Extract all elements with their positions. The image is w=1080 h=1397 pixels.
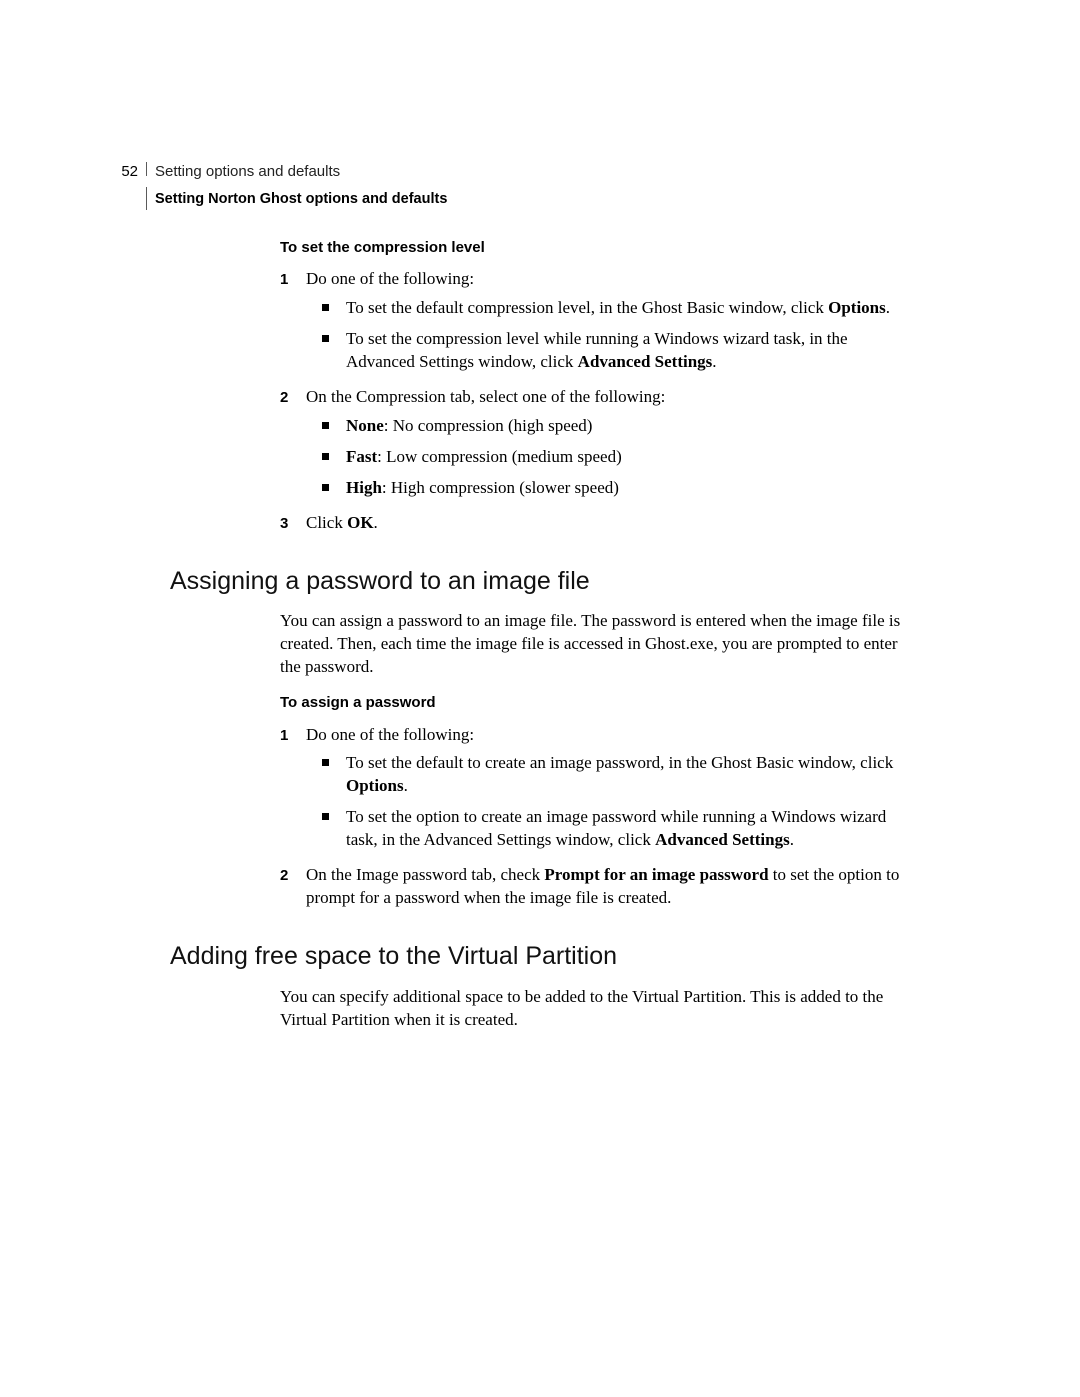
procedure-title-password: To assign a password: [280, 693, 910, 713]
bold-term: None: [346, 416, 384, 435]
procedure-title-compression: To set the compression level: [280, 238, 910, 258]
paragraph-free-space: You can specify additional space to be a…: [280, 986, 910, 1032]
compression-levels-list: None: No compression (high speed) Fast: …: [306, 415, 910, 500]
list-text-tail: .: [790, 830, 794, 849]
bold-term: Options: [828, 298, 886, 317]
step-1: 1 Do one of the following: To set the de…: [280, 268, 910, 382]
step-body: Do one of the following: To set the defa…: [306, 268, 910, 382]
step-number: 3: [280, 512, 306, 534]
compression-options-list: To set the default compression level, in…: [306, 297, 910, 374]
list-text-tail: .: [886, 298, 890, 317]
step-body: Click OK.: [306, 512, 910, 535]
bold-term: Fast: [346, 447, 377, 466]
list-item: To set the default to create an image pa…: [306, 752, 910, 798]
step-text-tail: .: [374, 513, 378, 532]
list-text: To set the default compression level, in…: [346, 298, 828, 317]
step-3: 3 Click OK.: [280, 512, 910, 535]
list-item: To set the compression level while runni…: [306, 328, 910, 374]
step-text: On the Compression tab, select one of th…: [306, 387, 665, 406]
list-item: To set the option to create an image pas…: [306, 806, 910, 852]
step-number: 1: [280, 268, 306, 290]
bold-term: Options: [346, 776, 404, 795]
running-header-line-1: 52 Setting options and defaults: [118, 162, 910, 182]
list-text: : High compression (slower speed): [382, 478, 619, 497]
list-text: : Low compression (medium speed): [377, 447, 622, 466]
page-number: 52: [118, 162, 138, 182]
section-title: Setting Norton Ghost options and default…: [155, 191, 447, 207]
list-item: High: High compression (slower speed): [306, 477, 910, 500]
list-text: : No compression (high speed): [384, 416, 593, 435]
list-item: To set the default compression level, in…: [306, 297, 910, 320]
list-text-tail: .: [404, 776, 408, 795]
list-text: To set the option to create an image pas…: [346, 807, 886, 849]
bold-term: Advanced Settings: [578, 352, 713, 371]
running-header: 52 Setting options and defaults Setting …: [118, 162, 910, 210]
step-text: Do one of the following:: [306, 269, 474, 288]
step-2: 2 On the Image password tab, check Promp…: [280, 864, 910, 910]
chapter-title: Setting options and defaults: [155, 162, 340, 182]
list-text-tail: .: [712, 352, 716, 371]
step-number: 1: [280, 724, 306, 746]
step-1: 1 Do one of the following: To set the de…: [280, 724, 910, 861]
step-2: 2 On the Compression tab, select one of …: [280, 386, 910, 508]
page-body: To set the compression level 1 Do one of…: [170, 232, 910, 1046]
step-body: On the Compression tab, select one of th…: [306, 386, 910, 508]
step-text: Do one of the following:: [306, 725, 474, 744]
paragraph-assign-password: You can assign a password to an image fi…: [280, 610, 910, 679]
bold-term: OK: [347, 513, 373, 532]
step-number: 2: [280, 864, 306, 886]
list-text: To set the default to create an image pa…: [346, 753, 893, 772]
step-text: On the Image password tab, check: [306, 865, 544, 884]
step-number: 2: [280, 386, 306, 408]
bold-term: Advanced Settings: [655, 830, 790, 849]
heading-assign-password: Assigning a password to an image file: [170, 565, 910, 599]
header-divider-icon: [146, 162, 147, 176]
step-body: Do one of the following: To set the defa…: [306, 724, 910, 861]
step-body: On the Image password tab, check Prompt …: [306, 864, 910, 910]
password-options-list: To set the default to create an image pa…: [306, 752, 910, 852]
list-item: None: No compression (high speed): [306, 415, 910, 438]
bold-term: Prompt for an image password: [544, 865, 768, 884]
list-item: Fast: Low compression (medium speed): [306, 446, 910, 469]
running-header-line-2: Setting Norton Ghost options and default…: [146, 187, 910, 210]
step-text: Click: [306, 513, 347, 532]
heading-free-space: Adding free space to the Virtual Partiti…: [170, 940, 910, 974]
bold-term: High: [346, 478, 382, 497]
